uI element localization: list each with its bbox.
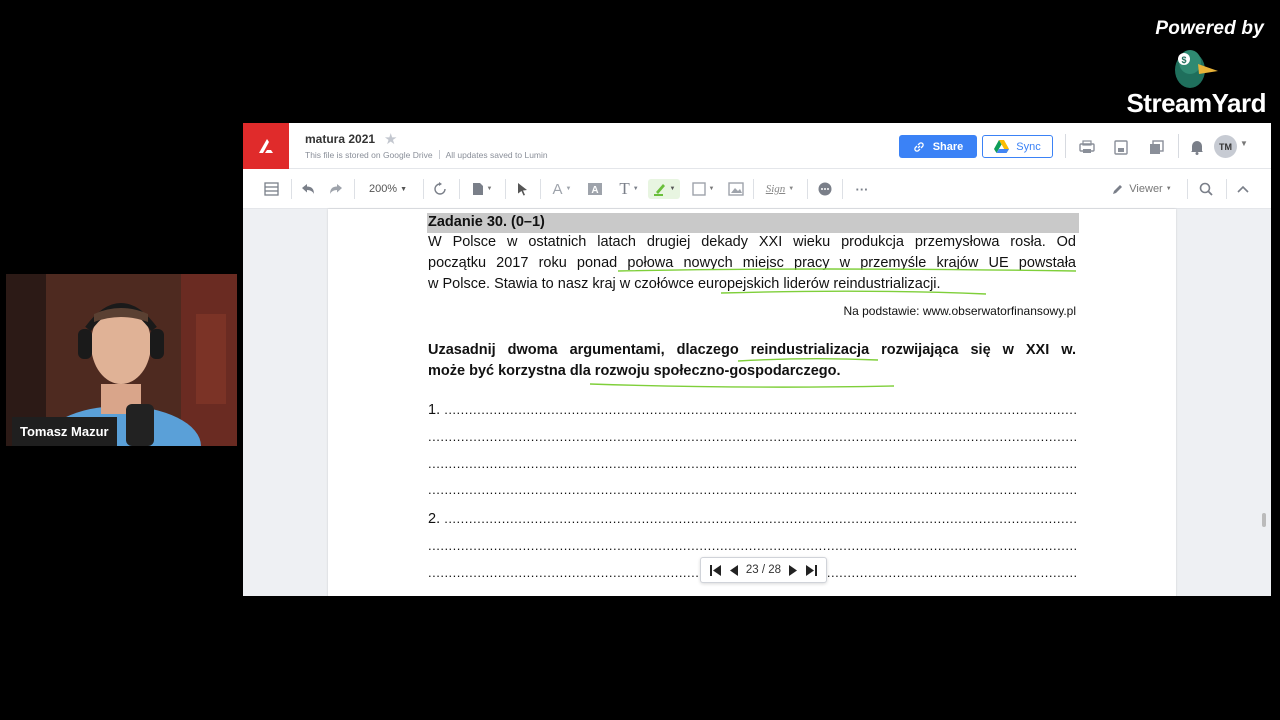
chevron-up-icon[interactable] [1233, 179, 1253, 199]
separator [291, 179, 292, 199]
text-box-icon[interactable]: A [585, 179, 605, 199]
google-drive-icon [994, 140, 1010, 153]
highlighter-icon[interactable]: ▼ [648, 179, 680, 199]
svg-text:$: $ [1181, 55, 1186, 65]
page-tools-icon[interactable]: ▼ [469, 179, 495, 199]
image-icon[interactable] [726, 179, 746, 199]
next-page-icon[interactable] [788, 563, 800, 577]
separator [1226, 179, 1227, 199]
editor-toolbar: 200% ▼ ▼ A ▼ A T ▼ ▼ ▼ Sign ▼ ··· Viewer… [243, 169, 1271, 209]
streamyard-branding: Powered by $ StreamYard [1116, 18, 1266, 119]
rotate-icon[interactable] [431, 179, 449, 199]
streamyard-duck-logo: $ [1175, 50, 1218, 88]
page-indicator[interactable]: 23 / 28 [746, 564, 781, 576]
text-color-icon[interactable]: A ▼ [549, 179, 575, 199]
scrollbar-thumb[interactable] [1262, 513, 1266, 527]
save-status: All updates saved to Lumin [445, 150, 548, 160]
ink-underline[interactable] [589, 383, 895, 388]
separator [505, 179, 506, 199]
viewer-label: Viewer [1129, 183, 1163, 195]
comment-icon[interactable] [816, 179, 834, 199]
print-icon[interactable] [1077, 137, 1097, 157]
separator [842, 179, 843, 199]
answer-line[interactable]: ........................................… [428, 482, 1076, 498]
last-page-icon[interactable] [806, 563, 818, 577]
page-navigator: 23 / 28 [700, 557, 827, 583]
separator [423, 179, 424, 199]
svg-text:A: A [591, 185, 598, 196]
zoom-value: 200% [368, 183, 398, 195]
search-icon[interactable] [1196, 179, 1216, 199]
redo-icon[interactable] [327, 179, 345, 199]
storage-note: This file is stored on Google Drive [305, 150, 433, 160]
separator [1187, 179, 1188, 199]
webcam-feed: Tomasz Mazur [6, 274, 237, 446]
separator [354, 179, 355, 199]
prev-page-icon[interactable] [727, 563, 739, 577]
download-icon[interactable] [1111, 137, 1131, 157]
answer-line[interactable]: 2. .....................................… [428, 511, 1076, 527]
chevron-down-icon[interactable]: ▼ [1240, 139, 1248, 148]
separator [1065, 134, 1066, 158]
share-label: Share [932, 140, 964, 153]
chevron-down-icon: ▼ [400, 185, 408, 193]
ink-underline[interactable] [737, 358, 879, 362]
link-icon [914, 141, 924, 152]
pencil-icon [1113, 185, 1123, 194]
lumin-logo-icon[interactable] [243, 123, 289, 169]
powered-by-label: Powered by [1155, 18, 1264, 39]
participant-name-tag: Tomasz Mazur [12, 417, 117, 446]
signature-tool[interactable]: Sign ▼ [761, 179, 799, 199]
sync-label: Sync [1016, 140, 1041, 153]
ink-underline[interactable] [720, 290, 987, 295]
sync-button[interactable]: Sync [982, 135, 1053, 158]
select-cursor-icon[interactable] [513, 179, 531, 199]
answer-line[interactable]: ........................................… [428, 456, 1076, 472]
sign-label: Sign [765, 183, 786, 195]
document-title[interactable]: matura 2021 [305, 132, 375, 146]
star-icon[interactable]: ★ [384, 130, 397, 148]
separator [753, 179, 754, 199]
answer-2-label: 2. [428, 511, 441, 527]
user-avatar[interactable]: TM [1214, 135, 1237, 158]
zoom-select[interactable]: 200% ▼ [363, 179, 413, 199]
answer-line[interactable]: ........................................… [428, 429, 1076, 445]
separator [459, 179, 460, 199]
copy-icon[interactable] [1146, 137, 1166, 157]
more-tools-icon[interactable]: ··· [851, 179, 873, 199]
share-button[interactable]: Share [899, 135, 977, 158]
pdf-editor-window: matura 2021 ★ This file is stored on Goo… [243, 123, 1271, 596]
pdf-page: Zadanie 30. (0–1) W Polsce w ostatnich l… [328, 209, 1176, 596]
first-page-icon[interactable] [709, 563, 721, 577]
panel-toggle-icon[interactable] [261, 179, 281, 199]
undo-icon[interactable] [299, 179, 317, 199]
separator [807, 179, 808, 199]
bell-icon[interactable] [1187, 137, 1207, 157]
highlight-annotations [589, 268, 1077, 388]
text-tool-icon[interactable]: T ▼ [615, 179, 643, 199]
shape-icon[interactable]: ▼ [690, 179, 716, 199]
editor-top-bar: matura 2021 ★ This file is stored on Goo… [243, 123, 1271, 169]
document-status: This file is stored on Google Drive All u… [305, 150, 548, 160]
streamyard-wordmark: StreamYard [1126, 88, 1266, 118]
separator [540, 179, 541, 199]
separator [1178, 134, 1179, 158]
viewer-mode-select[interactable]: Viewer ▼ [1109, 179, 1175, 199]
ink-underline[interactable] [617, 268, 1077, 272]
answer-line[interactable]: ........................................… [428, 538, 1076, 554]
